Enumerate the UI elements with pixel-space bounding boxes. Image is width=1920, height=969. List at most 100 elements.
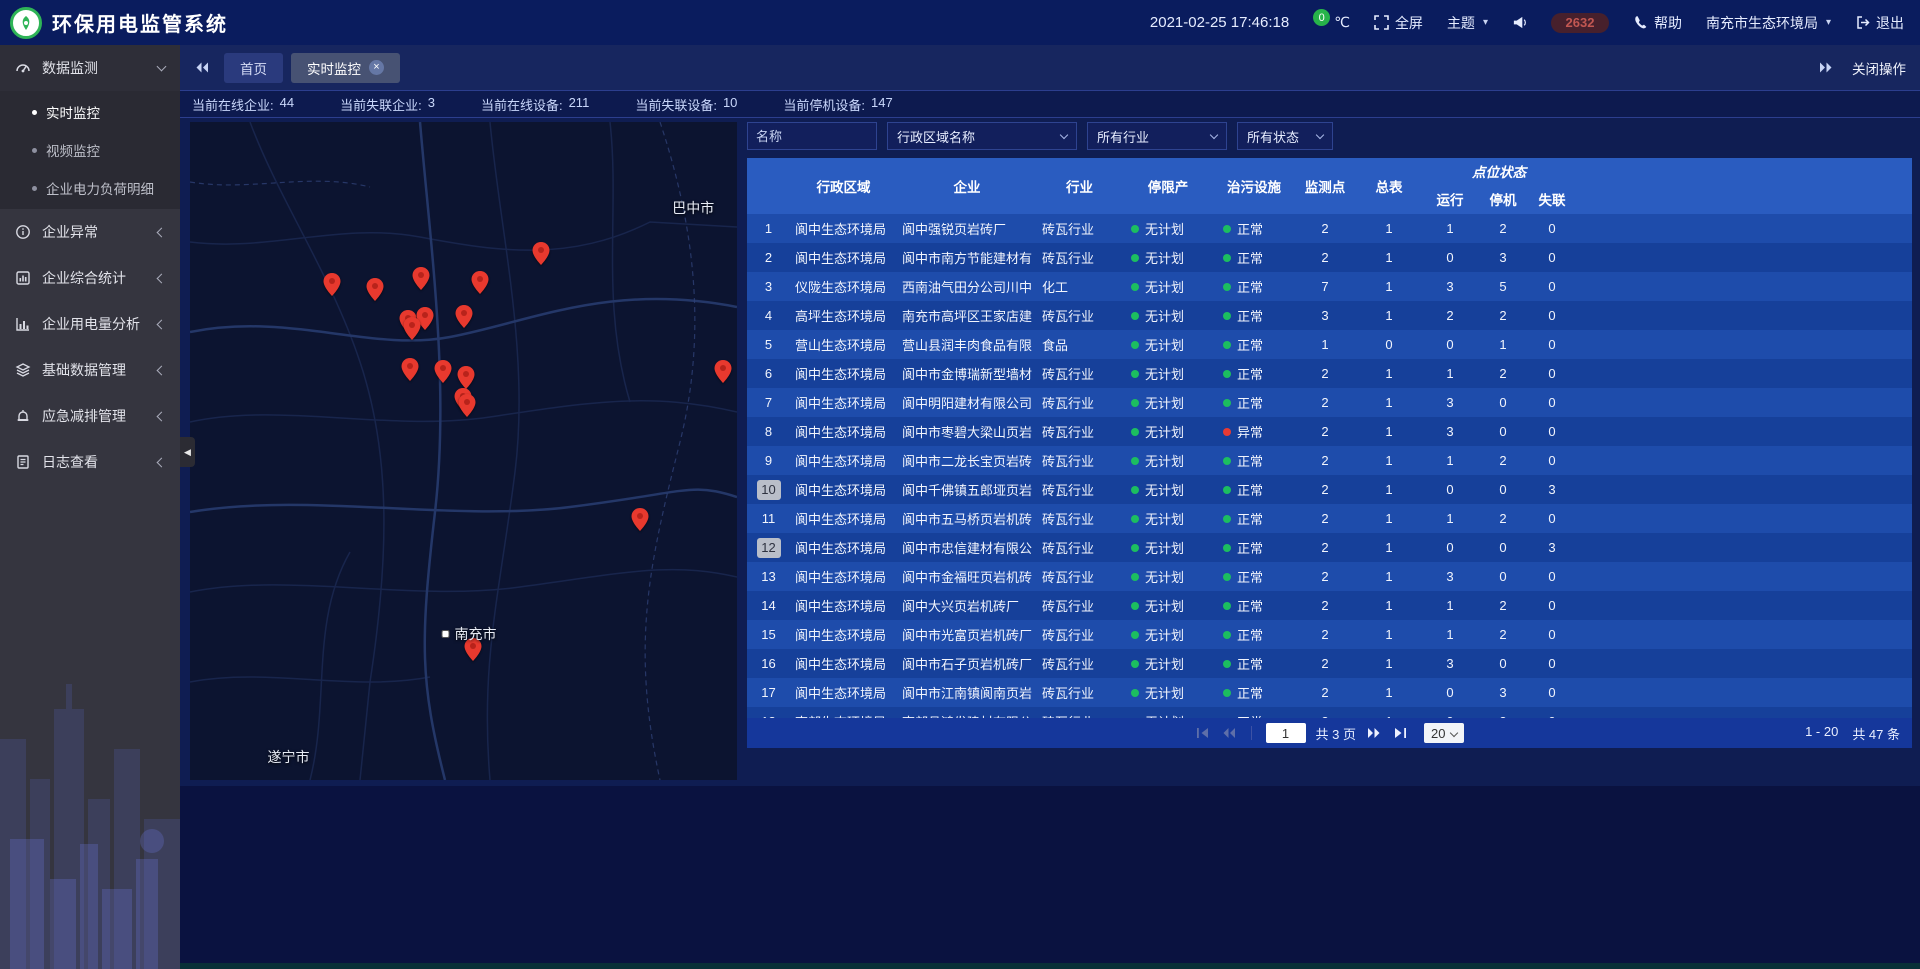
sidebar-item-realtime-monitoring[interactable]: 实时监控 xyxy=(0,93,180,131)
chevron-down-icon: ▾ xyxy=(1483,17,1488,28)
sidebar-group-enterprise-statistics[interactable]: 企业综合统计 xyxy=(0,255,180,301)
map-pin[interactable] xyxy=(404,317,421,340)
offline-count-cell: 0 xyxy=(1528,620,1576,649)
industry-filter-select[interactable]: 所有行业 xyxy=(1087,122,1227,150)
table-row[interactable]: 4高坪生态环境局南充市高坪区王家店建砖瓦行业无计划正常31220 xyxy=(747,301,1912,330)
pin-icon xyxy=(413,267,430,290)
status-dot-green xyxy=(1223,341,1231,349)
column-header-run: 运行 xyxy=(1422,183,1478,214)
close-operations-button[interactable]: 关闭操作 xyxy=(1852,58,1906,78)
total-meter-cell: 1 xyxy=(1356,243,1422,272)
map-pin[interactable] xyxy=(458,366,475,389)
map-pin[interactable] xyxy=(324,273,341,296)
alarm-count-badge[interactable]: 2632 xyxy=(1551,13,1609,33)
table-row[interactable]: 18南部生态环境局南部县鸿发建材有限公砖瓦行业无计划正常21030 xyxy=(747,707,1912,718)
row-number-cell: 9 xyxy=(747,446,790,475)
page-number-input[interactable] xyxy=(1266,723,1306,743)
stopped-count-cell: 0 xyxy=(1478,562,1528,591)
map-pin[interactable] xyxy=(458,394,475,417)
table-row[interactable]: 7阆中生态环境局阆中明阳建材有限公司砖瓦行业无计划正常21300 xyxy=(747,388,1912,417)
row-number-cell: 16 xyxy=(747,649,790,678)
offline-count-cell: 0 xyxy=(1528,562,1576,591)
monitor-points-cell: 2 xyxy=(1294,388,1356,417)
map-pin[interactable] xyxy=(413,267,430,290)
pollution-facility-cell: 正常 xyxy=(1214,707,1294,718)
tabs: 首页实时监控× xyxy=(224,53,1808,83)
sidebar-item-power-load-detail[interactable]: 企业电力负荷明细 xyxy=(0,169,180,207)
status-dot-green xyxy=(1223,399,1231,407)
table-row[interactable]: 9阆中生态环境局阆中市二龙长宝页岩砖砖瓦行业无计划正常21120 xyxy=(747,446,1912,475)
tab-bar: 首页实时监控× 关闭操作 xyxy=(180,45,1920,90)
sidebar-group-data-monitoring[interactable]: 数据监测 xyxy=(0,45,180,91)
table-row[interactable]: 8阆中生态环境局阆中市枣碧大梁山页岩砖瓦行业无计划异常21300 xyxy=(747,417,1912,446)
sidebar-item-video-monitoring[interactable]: 视频监控 xyxy=(0,131,180,169)
sidebar-group-power-usage-analysis[interactable]: 企业用电量分析 xyxy=(0,301,180,347)
map-panel[interactable]: 巴中市南充市遂宁市 xyxy=(190,122,737,780)
table-row[interactable]: 10阆中生态环境局阆中千佛镇五郎垭页岩砖瓦行业无计划正常21003 xyxy=(747,475,1912,504)
chevron-left-icon xyxy=(157,319,167,329)
table-row[interactable]: 17阆中生态环境局阆中市江南镇阆南页岩砖瓦行业无计划正常21030 xyxy=(747,678,1912,707)
prev-page-button[interactable] xyxy=(1221,727,1237,739)
table-row[interactable]: 15阆中生态环境局阆中市光富页岩机砖厂砖瓦行业无计划正常21120 xyxy=(747,620,1912,649)
table-row[interactable]: 12阆中生态环境局阆中市忠信建材有限公砖瓦行业无计划正常21003 xyxy=(747,533,1912,562)
pollution-facility-cell: 正常 xyxy=(1214,475,1294,504)
tabs-scroll-right-button[interactable] xyxy=(1818,61,1834,74)
first-page-button[interactable] xyxy=(1195,727,1211,739)
table-row[interactable]: 6阆中生态环境局阆中市金博瑞新型墙材砖瓦行业无计划正常21120 xyxy=(747,359,1912,388)
table-row[interactable]: 14阆中生态环境局阆中大兴页岩机砖厂砖瓦行业无计划正常21120 xyxy=(747,591,1912,620)
table-row[interactable]: 11阆中生态环境局阆中市五马桥页岩机砖砖瓦行业无计划正常21120 xyxy=(747,504,1912,533)
pollution-facility-cell: 正常 xyxy=(1214,678,1294,707)
sidebar-group-basic-data-management[interactable]: 基础数据管理 xyxy=(0,347,180,393)
logout-button[interactable]: 退出 xyxy=(1855,13,1904,33)
limit-production-cell: 无计划 xyxy=(1122,475,1214,504)
next-page-button[interactable] xyxy=(1366,727,1382,739)
theme-menu[interactable]: 主题 ▾ xyxy=(1447,13,1488,33)
sidebar-group-log-view[interactable]: 日志查看 xyxy=(0,439,180,485)
tab-home[interactable]: 首页 xyxy=(224,53,283,83)
limit-production-cell: 无计划 xyxy=(1122,504,1214,533)
status-dot-red xyxy=(1223,428,1231,436)
info-icon xyxy=(15,224,31,240)
table-row[interactable]: 2阆中生态环境局阆中市南方节能建材有砖瓦行业无计划正常21030 xyxy=(747,243,1912,272)
company-cell: 阆中市五马桥页岩机砖 xyxy=(897,504,1037,533)
page-size-select[interactable]: 20 xyxy=(1424,723,1464,743)
table-row[interactable]: 3仪陇生态环境局西南油气田分公司川中化工无计划正常71350 xyxy=(747,272,1912,301)
map-pin[interactable] xyxy=(714,360,731,383)
top-header: 环保用电监管系统 2021-02-25 17:46:18 0 ℃ 全屏 主题 ▾… xyxy=(0,0,1920,45)
status-filter-select[interactable]: 所有状态 xyxy=(1237,122,1333,150)
map-pin[interactable] xyxy=(471,271,488,294)
temperature-unit: ℃ xyxy=(1334,14,1350,31)
region-filter-value: 行政区域名称 xyxy=(897,127,975,146)
map-pin[interactable] xyxy=(367,278,384,301)
sidebar-group-emergency-reduction[interactable]: 应急减排管理 xyxy=(0,393,180,439)
map-pin[interactable] xyxy=(632,508,649,531)
table-row[interactable]: 1阆中生态环境局阆中强锐页岩砖厂砖瓦行业无计划正常21120 xyxy=(747,214,1912,243)
last-page-button[interactable] xyxy=(1392,727,1408,739)
map-pin[interactable] xyxy=(456,305,473,328)
stopped-count-cell: 0 xyxy=(1478,533,1528,562)
running-count-cell: 1 xyxy=(1422,591,1478,620)
table-row[interactable]: 16阆中生态环境局阆中市石子页岩机砖厂砖瓦行业无计划正常21300 xyxy=(747,649,1912,678)
limit-production-cell: 无计划 xyxy=(1122,591,1214,620)
tabs-scroll-left-button[interactable] xyxy=(194,61,210,74)
region-filter-select[interactable]: 行政区域名称 xyxy=(887,122,1077,150)
stat-stopped-devices: 当前停机设备:147 xyxy=(783,95,892,114)
table-row[interactable]: 5营山生态环境局营山县润丰肉食品有限食品无计划正常10010 xyxy=(747,330,1912,359)
map-pin[interactable] xyxy=(435,360,452,383)
sidebar-group-enterprise-abnormal[interactable]: 企业异常 xyxy=(0,209,180,255)
map-pin[interactable] xyxy=(533,242,550,265)
fullscreen-button[interactable]: 全屏 xyxy=(1374,13,1423,33)
organization-menu[interactable]: 南充市生态环境局 ▾ xyxy=(1706,13,1831,33)
announcement-icon[interactable] xyxy=(1512,15,1527,30)
offline-count-cell: 0 xyxy=(1528,649,1576,678)
tab-realtime-monitoring[interactable]: 实时监控× xyxy=(291,53,400,83)
table-row[interactable]: 13阆中生态环境局阆中市金福旺页岩机砖砖瓦行业无计划正常21300 xyxy=(747,562,1912,591)
close-tab-icon[interactable]: × xyxy=(369,60,384,75)
map-pin[interactable] xyxy=(401,358,418,381)
pin-icon xyxy=(401,358,418,381)
help-label: 帮助 xyxy=(1654,13,1682,33)
map-collapse-button[interactable]: ◀ xyxy=(180,437,195,467)
name-filter-input[interactable] xyxy=(747,122,877,150)
brand: 环保用电监管系统 xyxy=(10,7,228,39)
help-button[interactable]: 帮助 xyxy=(1633,13,1682,33)
